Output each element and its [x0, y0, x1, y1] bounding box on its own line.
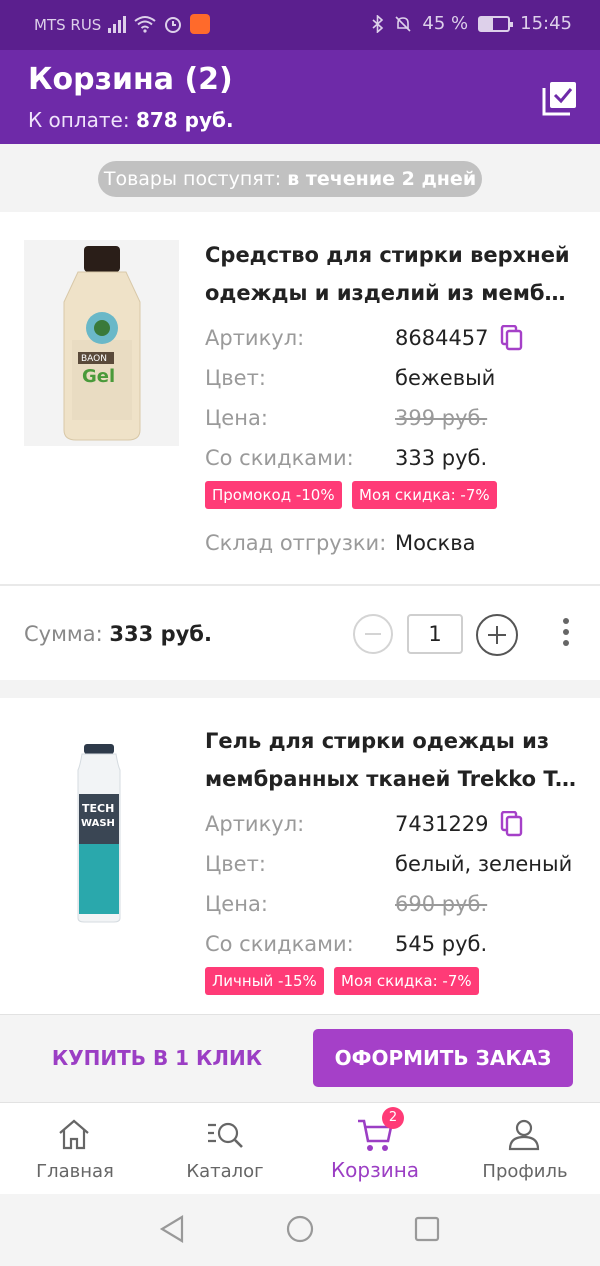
- total-to-pay: К оплате: 878 руб.: [28, 108, 234, 132]
- to-pay-label: К оплате:: [28, 108, 130, 132]
- more-options-icon[interactable]: [562, 618, 570, 650]
- nav-cart[interactable]: 2 Корзина: [300, 1103, 450, 1195]
- image-brand: TECH: [82, 802, 114, 815]
- increase-quantity-button[interactable]: [476, 614, 518, 656]
- bluetooth-icon: [372, 14, 384, 33]
- nav-label: Профиль: [482, 1161, 568, 1182]
- warehouse-label: Склад отгрузки:: [205, 531, 387, 555]
- page-title: Корзина (2): [28, 62, 233, 97]
- promo-tag: Промокод -10%: [205, 481, 342, 509]
- select-all-icon[interactable]: [542, 80, 578, 116]
- checkout-button[interactable]: ОФОРМИТЬ ЗАКАЗ: [313, 1029, 573, 1087]
- image-brand: BAON: [81, 354, 107, 364]
- delivery-value: в течение 2 дней: [287, 168, 477, 190]
- product-image[interactable]: TECH WASH: [24, 726, 179, 932]
- wifi-icon: [134, 16, 156, 33]
- product-title[interactable]: Гель для стирки одежды из мембранных тка…: [205, 722, 577, 798]
- color-label: Цвет:: [205, 852, 266, 876]
- image-text: WASH: [81, 818, 115, 829]
- color-value: бежевый: [395, 366, 496, 390]
- to-pay-value: 878 руб.: [135, 108, 234, 132]
- old-price: 690 руб.: [395, 892, 488, 916]
- sum-label: Сумма:: [24, 622, 103, 646]
- copy-icon[interactable]: [500, 325, 524, 351]
- bottom-navigation: Главная Каталог 2 Корзина Профиль: [0, 1102, 600, 1194]
- delivery-label: Товары поступят:: [103, 168, 282, 190]
- sum-value: 333 руб.: [109, 622, 212, 646]
- copy-icon[interactable]: [500, 811, 524, 837]
- home-circle-icon[interactable]: [285, 1214, 315, 1244]
- catalog-search-icon: [208, 1122, 243, 1148]
- color-label: Цвет:: [205, 366, 266, 390]
- battery-percent: 45 %: [422, 13, 469, 34]
- mute-bell-icon: [395, 15, 411, 32]
- carrier-name: MTS RUS: [34, 16, 102, 34]
- price-label: Цена:: [205, 406, 268, 430]
- delivery-row: Товары поступят: в течение 2 дней: [0, 144, 600, 212]
- signal-icon: [108, 15, 126, 33]
- article-label: Артикул:: [205, 812, 305, 836]
- warehouse-value: Москва: [395, 531, 476, 555]
- color-value: белый, зеленый: [395, 852, 573, 876]
- discount-label: Со скидками:: [205, 932, 354, 956]
- image-text: Gel: [82, 366, 115, 387]
- nav-label: Корзина: [330, 1158, 420, 1182]
- article-value: 8684457: [395, 326, 489, 350]
- alarm-icon: [165, 17, 181, 33]
- cart-item[interactable]: TECH WASH Гель для стирки одежды из мемб…: [0, 698, 600, 1014]
- home-icon: [59, 1119, 89, 1150]
- discount-label: Со скидками:: [205, 446, 354, 470]
- old-price: 399 руб.: [395, 406, 488, 430]
- checkout-bar: КУПИТЬ В 1 КЛИК ОФОРМИТЬ ЗАКАЗ: [0, 1014, 600, 1102]
- personal-discount-tag: Личный -15%: [205, 967, 324, 995]
- cart-count-badge: 2: [382, 1107, 404, 1129]
- product-title[interactable]: Средство для стирки верхней одежды и изд…: [205, 236, 577, 312]
- recent-apps-icon[interactable]: [414, 1216, 440, 1242]
- status-bar: MTS RUS 45 % 15:45: [0, 0, 600, 50]
- nav-catalog[interactable]: Каталог: [150, 1103, 300, 1195]
- decrease-quantity-button[interactable]: [353, 614, 393, 654]
- article-label: Артикул:: [205, 326, 305, 350]
- price-label: Цена:: [205, 892, 268, 916]
- nav-profile[interactable]: Профиль: [450, 1103, 600, 1195]
- profile-icon: [508, 1119, 540, 1151]
- nav-label: Главная: [36, 1161, 114, 1182]
- status-icons: [108, 14, 210, 34]
- system-navigation: [0, 1194, 600, 1266]
- discount-tag: Моя скидка: -7%: [352, 481, 497, 509]
- status-right: 45 % 15:45: [372, 13, 572, 34]
- item-sum: Сумма: 333 руб.: [24, 622, 212, 646]
- article-value: 7431229: [395, 812, 489, 836]
- buy-one-click-button[interactable]: КУПИТЬ В 1 КЛИК: [30, 1029, 284, 1087]
- divider: [0, 584, 600, 586]
- product-image[interactable]: BAON Gel: [24, 240, 179, 446]
- clock: 15:45: [520, 13, 572, 34]
- discount-tag: Моя скидка: -7%: [334, 967, 479, 995]
- delivery-pill: Товары поступят: в течение 2 дней: [98, 161, 482, 197]
- quantity-input[interactable]: 1: [407, 614, 463, 654]
- discounted-price: 333 руб.: [395, 446, 488, 470]
- cart-item[interactable]: BAON Gel Средство для стирки верхней оде…: [0, 212, 600, 680]
- battery-icon: [478, 15, 514, 32]
- app-notification-icon: [190, 14, 210, 34]
- discounted-price: 545 руб.: [395, 932, 488, 956]
- nav-label: Каталог: [186, 1161, 264, 1182]
- cart-header: Корзина (2) К оплате: 878 руб.: [0, 50, 600, 144]
- nav-home[interactable]: Главная: [0, 1103, 150, 1195]
- back-icon[interactable]: [158, 1214, 186, 1244]
